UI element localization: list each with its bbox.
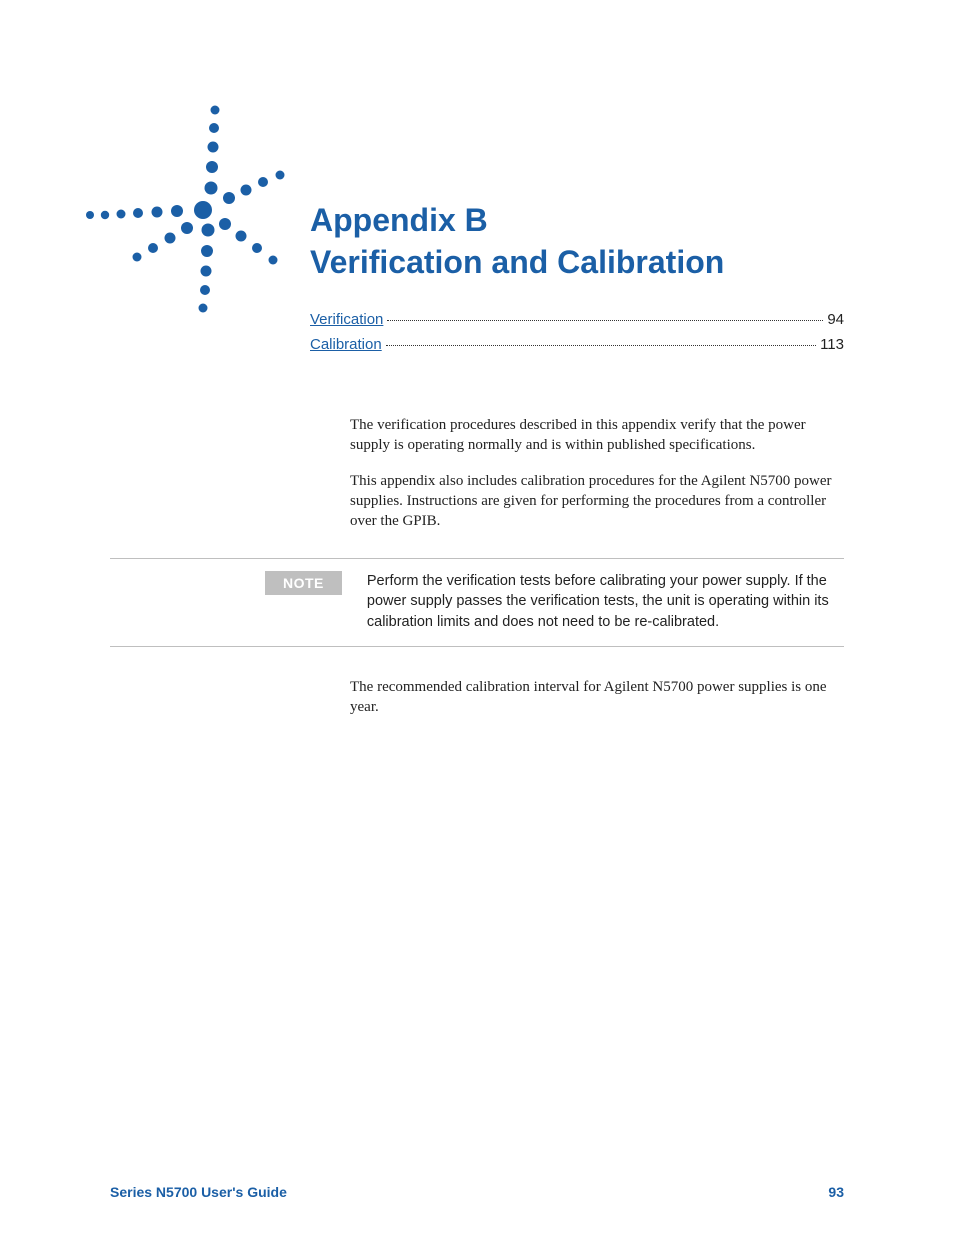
calibration-interval-paragraph: The recommended calibration interval for… bbox=[350, 677, 844, 718]
intro-paragraph-1: The verification procedures described in… bbox=[350, 415, 844, 456]
toc-item-verification: Verification 94 bbox=[310, 311, 844, 328]
toc-link-verification[interactable]: Verification bbox=[310, 311, 383, 328]
toc-page-verification: 94 bbox=[827, 311, 844, 328]
intro-paragraph-2: This appendix also includes calibration … bbox=[350, 471, 844, 532]
appendix-title-line2: Verification and Calibration bbox=[310, 242, 844, 284]
page-footer: Series N5700 User's Guide 93 bbox=[110, 1184, 844, 1200]
toc-link-calibration[interactable]: Calibration bbox=[310, 336, 382, 353]
note-text: Perform the verification tests before ca… bbox=[367, 571, 844, 632]
toc-page-calibration: 113 bbox=[820, 336, 844, 353]
appendix-title-line1: Appendix B bbox=[310, 200, 844, 242]
note-label: NOTE bbox=[265, 571, 342, 595]
toc-leader-dots bbox=[386, 345, 816, 346]
table-of-contents: Verification 94 Calibration 113 bbox=[310, 311, 844, 353]
toc-item-calibration: Calibration 113 bbox=[310, 336, 844, 353]
agilent-spark-logo bbox=[85, 100, 285, 315]
footer-page-number: 93 bbox=[828, 1184, 844, 1200]
note-block: NOTE Perform the verification tests befo… bbox=[110, 558, 844, 647]
toc-leader-dots bbox=[387, 320, 823, 321]
footer-guide-title: Series N5700 User's Guide bbox=[110, 1184, 287, 1200]
